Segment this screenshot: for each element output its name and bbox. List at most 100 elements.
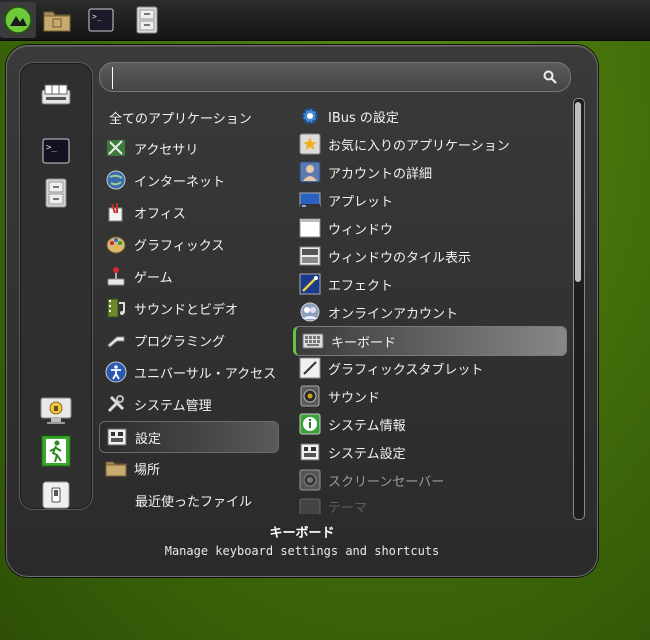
multimedia-icon: [105, 297, 127, 319]
account-icon: [299, 161, 321, 183]
search-icon: [543, 70, 557, 84]
sound-speaker-icon: [299, 385, 321, 407]
sidebar-shutdown[interactable]: [38, 477, 74, 513]
sidebar-file-cabinet[interactable]: [38, 175, 74, 211]
app-themes[interactable]: テーマ: [293, 498, 563, 514]
office-icon: [105, 201, 127, 223]
category-office[interactable]: オフィス: [99, 197, 279, 227]
app-account-details[interactable]: アカウントの詳細: [293, 158, 563, 186]
app-label: スクリーンセーバー: [328, 474, 445, 490]
accessories-icon: [105, 137, 127, 159]
app-graphics-tablet[interactable]: グラフィックスタブレット: [293, 354, 563, 382]
category-sound-video[interactable]: サウンドとビデオ: [99, 293, 279, 323]
category-label: グラフィックス: [134, 238, 225, 254]
tablet-icon: [299, 357, 321, 379]
category-label: 場所: [134, 462, 161, 478]
screensaver-icon: [299, 469, 321, 491]
app-ibus-settings[interactable]: IBus の設定: [293, 102, 563, 130]
category-games[interactable]: ゲーム: [99, 261, 279, 291]
selected-item-description: Manage keyboard settings and shortcuts: [164, 544, 440, 558]
app-list-scrollbar[interactable]: [573, 98, 585, 520]
svg-text:>_: >_: [46, 143, 57, 153]
file-cabinet-button[interactable]: [130, 2, 164, 38]
category-label: プログラミング: [134, 334, 226, 350]
application-menu: >_ 全てのアプリケーション アクセサリ インターネット オフィス グラフィック…: [6, 45, 598, 577]
window-tiling-icon: [299, 245, 321, 267]
favorites-sidebar: >_: [19, 62, 93, 510]
app-applets[interactable]: アプレット: [293, 186, 563, 214]
app-label: システム設定: [328, 446, 406, 462]
category-recent-files[interactable]: 最近使ったファイル: [99, 485, 279, 515]
app-label: テーマ: [328, 500, 368, 515]
category-system-tools[interactable]: システム管理: [99, 389, 279, 419]
category-label: オフィス: [134, 206, 186, 222]
app-windows[interactable]: ウィンドウ: [293, 214, 563, 242]
places-folder-icon: [105, 457, 127, 479]
app-label: アカウントの詳細: [328, 166, 433, 182]
category-programming[interactable]: プログラミング: [99, 325, 279, 355]
category-all-applications[interactable]: 全てのアプリケーション: [99, 102, 279, 132]
category-label: 全てのアプリケーション: [109, 111, 252, 127]
sidebar-logout[interactable]: [38, 433, 74, 469]
category-label: ユニバーサル・アクセス: [134, 366, 277, 382]
app-sound[interactable]: サウンド: [293, 382, 563, 410]
app-label: アプレット: [328, 194, 394, 210]
scrollbar-thumb[interactable]: [575, 102, 581, 282]
logout-icon: [41, 435, 71, 467]
software-manager-icon: [41, 84, 71, 105]
category-label: システム管理: [134, 398, 212, 414]
category-places[interactable]: 場所: [99, 453, 279, 483]
category-label: ゲーム: [134, 270, 173, 286]
app-system-info[interactable]: システム情報: [293, 410, 563, 438]
app-label: お気に入りのアプリケーション: [328, 138, 510, 154]
sidebar-software-manager[interactable]: [38, 77, 74, 113]
svg-text:>_: >_: [92, 12, 102, 21]
category-accessories[interactable]: アクセサリ: [99, 133, 279, 163]
app-label: IBus の設定: [328, 110, 399, 126]
keyboard-icon: [302, 330, 324, 352]
app-screensaver[interactable]: スクリーンセーバー: [293, 466, 563, 494]
category-graphics[interactable]: グラフィックス: [99, 229, 279, 259]
category-label: インターネット: [134, 174, 226, 190]
category-universal-access[interactable]: ユニバーサル・アクセス: [99, 357, 279, 387]
system-info-icon: [299, 413, 321, 435]
taskbar: >_: [0, 0, 650, 41]
app-label: ウィンドウのタイル表示: [328, 250, 472, 266]
app-online-accounts[interactable]: オンラインアカウント: [293, 298, 563, 326]
app-label: オンラインアカウント: [328, 306, 459, 322]
favorites-star-icon: [299, 133, 321, 155]
category-settings[interactable]: 設定: [99, 421, 279, 453]
programming-icon: [105, 329, 127, 351]
system-tools-icon: [105, 393, 127, 415]
app-window-tiling[interactable]: ウィンドウのタイル表示: [293, 242, 563, 270]
category-label: アクセサリ: [134, 142, 199, 158]
search-box[interactable]: [99, 62, 571, 92]
lock-screen-icon: [40, 397, 72, 424]
sidebar-terminal[interactable]: >_: [38, 133, 74, 169]
graphics-palette-icon: [105, 233, 127, 255]
app-effects[interactable]: エフェクト: [293, 270, 563, 298]
file-cabinet-icon: [45, 178, 67, 208]
selected-item-title: キーボード: [269, 526, 335, 541]
terminal-icon: >_: [42, 138, 70, 164]
system-settings-icon: [299, 441, 321, 463]
app-label: キーボード: [331, 335, 397, 351]
online-accounts-icon: [299, 301, 321, 323]
category-label: サウンドとビデオ: [134, 302, 239, 318]
settings-icon: [106, 426, 128, 448]
menu-button[interactable]: [0, 2, 36, 38]
app-system-settings[interactable]: システム設定: [293, 438, 563, 466]
search-input[interactable]: [112, 67, 537, 89]
category-internet[interactable]: インターネット: [99, 165, 279, 195]
terminal-button[interactable]: >_: [84, 2, 118, 38]
sidebar-lock-screen[interactable]: [38, 393, 74, 429]
category-label: 最近使ったファイル: [135, 494, 253, 510]
app-keyboard[interactable]: キーボード: [293, 326, 567, 356]
files-button[interactable]: [40, 2, 74, 38]
accessibility-icon: [105, 361, 127, 383]
app-favorite-applications[interactable]: お気に入りのアプリケーション: [293, 130, 563, 158]
window-icon: [299, 217, 321, 239]
shutdown-icon: [42, 481, 70, 509]
mint-logo-icon: [4, 6, 32, 34]
category-label: 設定: [135, 431, 162, 447]
